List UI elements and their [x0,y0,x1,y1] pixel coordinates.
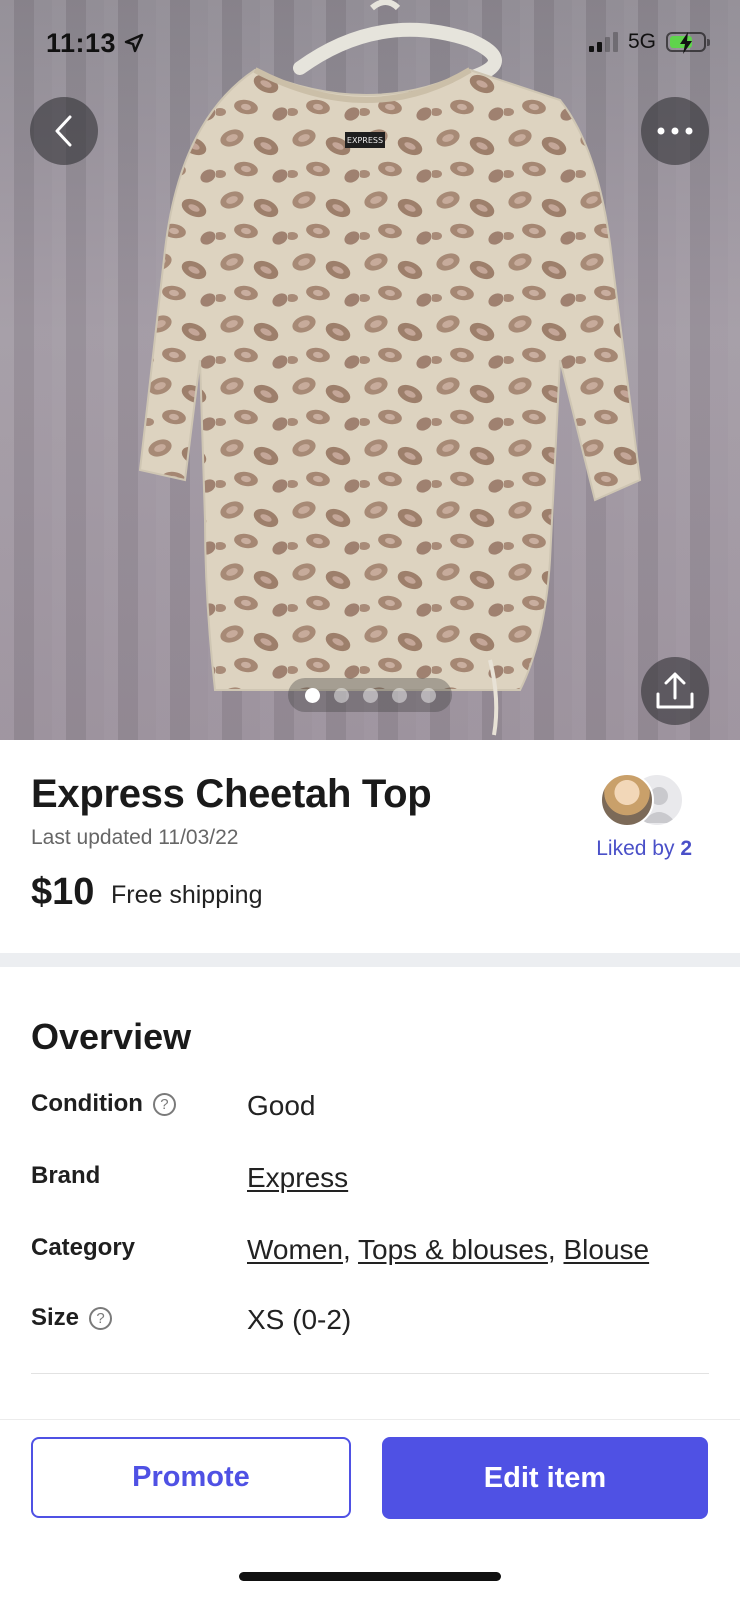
garment-image: EXPRESS [138,0,642,736]
location-arrow-icon [124,33,144,53]
liked-by-link[interactable]: Liked by 2 [596,837,692,861]
brand-tag-text: EXPRESS [347,136,383,145]
share-icon [656,672,694,709]
listing-title: Express Cheetah Top [31,772,432,816]
size-value: XS (0-2) [247,1304,352,1335]
liked-by-label: Liked by [596,837,681,860]
likers-avatars[interactable] [600,773,690,829]
photo-pagination[interactable] [288,678,452,712]
category-separator: , [547,1234,564,1265]
status-time: 11:13 [46,28,117,58]
category-link-women[interactable]: Women [247,1234,343,1265]
network-label: 5G [627,30,656,53]
brand-link[interactable]: Express [247,1162,348,1193]
condition-label: Condition? [31,1090,176,1118]
edit-item-button[interactable]: Edit item [382,1437,708,1519]
divider [31,1373,709,1374]
help-circle-icon[interactable]: ? [152,1093,176,1116]
help-circle-icon[interactable]: ? [89,1307,113,1330]
avatar [600,773,654,827]
signal-icon [588,32,618,52]
more-horizontal-icon [657,127,693,135]
brand-label: Brand [31,1162,101,1189]
liked-count: 2 [680,837,692,860]
section-divider [0,953,740,967]
page-dot[interactable] [333,687,349,703]
shipping-info: Free shipping [111,881,263,909]
page-dot[interactable] [420,687,436,703]
price: $10 [31,871,95,913]
last-updated: Last updated 11/03/22 [31,826,239,849]
more-options-button[interactable] [641,97,709,165]
status-indicators: 5G [588,30,710,54]
category-link-tops-blouses[interactable]: Tops & blouses [358,1234,548,1265]
page-dot-active[interactable] [304,687,320,703]
overview-heading: Overview [31,1016,192,1057]
size-label-text: Size [31,1304,80,1331]
category-label: Category [31,1234,136,1261]
condition-label-text: Condition [31,1090,143,1117]
share-button[interactable] [641,657,709,725]
page-dot[interactable] [362,687,378,703]
battery-icon [666,32,710,54]
back-button[interactable] [30,97,98,165]
size-label: Size? [31,1304,113,1332]
chevron-left-icon [55,115,72,147]
category-value: Women, Tops & blouses, Blouse [247,1234,649,1266]
promote-button[interactable]: Promote [31,1437,351,1518]
category-separator: , [342,1234,359,1265]
category-link-blouse[interactable]: Blouse [563,1234,649,1265]
home-indicator [239,1572,501,1581]
condition-value: Good [247,1090,316,1121]
page-dot[interactable] [391,687,407,703]
product-photo[interactable]: EXPRESS 11:13 5G [0,0,740,740]
brand-value: Express [247,1162,348,1194]
